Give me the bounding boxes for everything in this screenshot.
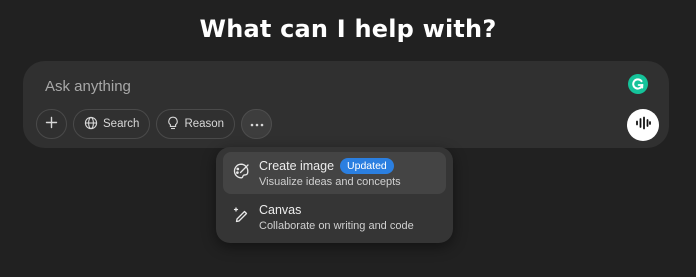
create-image-label: Create image [259, 159, 335, 173]
canvas-label: Canvas [259, 203, 302, 217]
globe-icon [84, 116, 98, 133]
search-button[interactable]: Search [73, 109, 151, 139]
more-tools-button[interactable] [241, 109, 273, 139]
menu-item-canvas[interactable]: Canvas Collaborate on writing and code [223, 196, 446, 238]
voice-mode-button[interactable] [627, 109, 659, 141]
prompt-input[interactable]: Ask anything [45, 78, 131, 95]
reason-button-label: Reason [184, 118, 225, 130]
add-attachment-button[interactable] [36, 109, 67, 139]
palette-icon [232, 162, 250, 185]
grammarly-icon[interactable] [628, 74, 648, 94]
voice-waveform-icon [635, 116, 651, 135]
search-button-label: Search [103, 118, 140, 130]
prompt-composer[interactable]: Ask anything Search Reason [23, 61, 669, 148]
lightbulb-icon [167, 116, 179, 133]
updated-badge: Updated [340, 158, 394, 174]
composer-toolbar: Search Reason [36, 109, 273, 139]
create-image-description: Visualize ideas and concepts [259, 176, 401, 188]
reason-button[interactable]: Reason [156, 109, 236, 139]
ellipsis-icon [250, 118, 264, 130]
plus-icon [45, 116, 58, 132]
canvas-description: Collaborate on writing and code [259, 220, 414, 232]
pen-sparkle-icon [232, 206, 250, 229]
tools-dropdown-menu: Create image Updated Visualize ideas and… [216, 147, 453, 243]
page-title: What can I help with? [199, 15, 497, 43]
menu-item-create-image[interactable]: Create image Updated Visualize ideas and… [223, 152, 446, 194]
